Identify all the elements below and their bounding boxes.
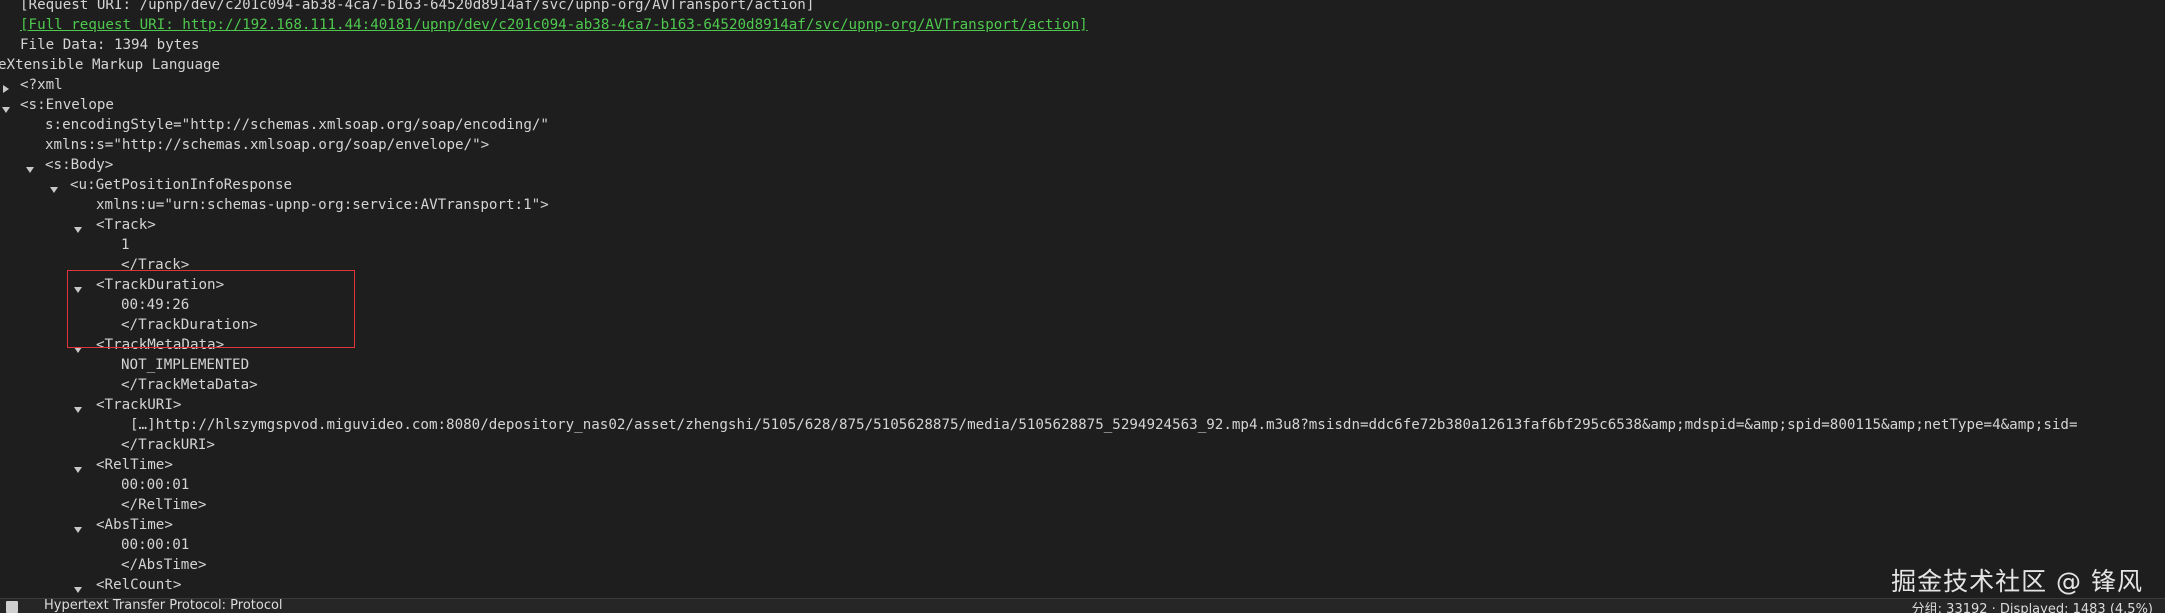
collapse-arrow-icon[interactable]	[74, 227, 82, 233]
track-metadata-close[interactable]: </TrackMetaData>	[121, 375, 258, 395]
document-icon	[6, 601, 18, 613]
collapse-arrow-icon[interactable]	[74, 587, 82, 593]
track-node[interactable]: <Track>	[96, 215, 156, 235]
body-node[interactable]: <s:Body>	[45, 155, 113, 175]
collapse-arrow-icon[interactable]	[2, 107, 10, 113]
abstime-close[interactable]: </AbsTime>	[121, 555, 206, 575]
collapse-arrow-icon[interactable]	[74, 467, 82, 473]
xml-section-title[interactable]: eXtensible Markup Language	[0, 55, 220, 75]
file-data-line[interactable]: File Data: 1394 bytes	[20, 35, 199, 55]
collapse-arrow-icon[interactable]	[50, 187, 58, 193]
xmlns-u-attr[interactable]: xmlns:u="urn:schemas-upnp-org:service:AV…	[96, 195, 549, 215]
xmlns-s-attr[interactable]: xmlns:s="http://schemas.xmlsoap.org/soap…	[45, 135, 489, 155]
expand-arrow-icon[interactable]	[3, 85, 9, 93]
reltime-node[interactable]: <RelTime>	[96, 455, 173, 475]
track-value[interactable]: 1	[121, 235, 130, 255]
response-node[interactable]: <u:GetPositionInfoResponse	[70, 175, 292, 195]
abstime-value[interactable]: 00:00:01	[121, 535, 189, 555]
envelope-node[interactable]: <s:Envelope	[20, 95, 114, 115]
track-uri-value[interactable]: […]http://hlszymgspvod.miguvideo.com:808…	[130, 415, 2077, 435]
collapse-arrow-icon[interactable]	[26, 167, 34, 173]
reltime-close[interactable]: </RelTime>	[121, 495, 206, 515]
status-bar: Hypertext Transfer Protocol: Protocol 分组…	[0, 598, 2165, 613]
highlight-box	[67, 270, 355, 348]
relcount-node[interactable]: <RelCount>	[96, 575, 181, 595]
status-packet-count: 分组: 33192 · Displayed: 1483 (4.5%)	[1911, 602, 2153, 613]
abstime-node[interactable]: <AbsTime>	[96, 515, 173, 535]
track-metadata-value[interactable]: NOT_IMPLEMENTED	[121, 355, 249, 375]
request-uri-line[interactable]: [Request URI: /upnp/dev/c201c094-ab38-4c…	[20, 0, 814, 15]
reltime-value[interactable]: 00:00:01	[121, 475, 189, 495]
status-protocol-text: Hypertext Transfer Protocol: Protocol	[44, 598, 283, 613]
collapse-arrow-icon[interactable]	[74, 407, 82, 413]
collapse-arrow-icon[interactable]	[74, 527, 82, 533]
encoding-style-attr[interactable]: s:encodingStyle="http://schemas.xmlsoap.…	[45, 115, 549, 135]
track-uri-node[interactable]: <TrackURI>	[96, 395, 181, 415]
full-request-uri-link[interactable]: [Full request URI: http://192.168.111.44…	[20, 15, 1088, 35]
track-uri-close[interactable]: </TrackURI>	[121, 435, 215, 455]
xml-declaration-node[interactable]: <?xml	[20, 75, 63, 95]
watermark: 掘金技术社区 @ 锋风	[1891, 567, 2143, 596]
